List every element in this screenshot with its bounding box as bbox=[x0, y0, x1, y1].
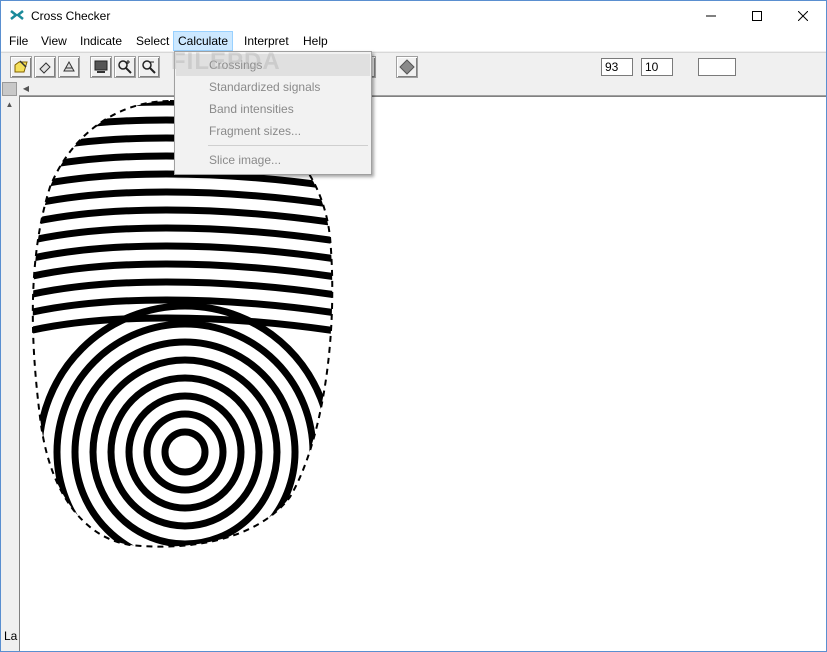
menu-separator bbox=[208, 145, 368, 146]
menu-item-crossings[interactable]: Crossings bbox=[176, 54, 370, 76]
fingerprint-image bbox=[31, 99, 334, 548]
menu-item-standardized-signals[interactable]: Standardized signals bbox=[176, 76, 370, 98]
value-field-1[interactable]: 93 bbox=[601, 58, 633, 76]
erase-button[interactable] bbox=[34, 56, 56, 78]
status-text: La bbox=[4, 629, 18, 643]
scroll-thumb[interactable] bbox=[2, 82, 17, 96]
flip-button[interactable] bbox=[58, 56, 80, 78]
close-icon bbox=[798, 11, 808, 21]
zoom-out-button[interactable] bbox=[138, 56, 160, 78]
menu-item-slice-image[interactable]: Slice image... bbox=[176, 149, 370, 171]
value-field-3[interactable] bbox=[698, 58, 736, 76]
zoom-in-icon bbox=[118, 60, 132, 74]
value-field-2[interactable]: 10 bbox=[641, 58, 673, 76]
work-area: ▲ ◀ La bbox=[1, 81, 826, 651]
flip-icon bbox=[63, 60, 75, 72]
title-bar: Cross Checker bbox=[1, 1, 826, 31]
marker-button[interactable] bbox=[396, 56, 418, 78]
menu-item-band-intensities[interactable]: Band intensities bbox=[176, 98, 370, 120]
horizontal-scrollbar[interactable]: ◀ bbox=[19, 81, 826, 96]
menu-help[interactable]: Help bbox=[299, 32, 332, 50]
maximize-button[interactable] bbox=[734, 1, 780, 31]
toolbar: 93 10 bbox=[1, 52, 826, 81]
menu-interpret[interactable]: Interpret bbox=[240, 32, 293, 50]
menu-indicate[interactable]: Indicate bbox=[76, 32, 126, 50]
monitor-icon bbox=[94, 60, 108, 73]
calculate-dropdown: Crossings Standardized signals Band inte… bbox=[174, 51, 372, 175]
minimize-button[interactable] bbox=[688, 1, 734, 31]
cross-checker-icon bbox=[9, 7, 25, 23]
diamond-icon bbox=[399, 59, 415, 75]
menu-view[interactable]: View bbox=[37, 32, 71, 50]
menu-calculate[interactable]: Calculate bbox=[173, 31, 234, 51]
app-window: Cross Checker File View Indicate Select … bbox=[0, 0, 827, 652]
open-button[interactable] bbox=[10, 56, 32, 78]
zoom-in-button[interactable] bbox=[114, 56, 136, 78]
display-button[interactable] bbox=[90, 56, 112, 78]
close-button[interactable] bbox=[780, 1, 826, 31]
eraser-icon bbox=[39, 62, 51, 74]
vertical-scrollbar[interactable]: ▲ bbox=[1, 81, 18, 651]
menu-item-fragment-sizes[interactable]: Fragment sizes... bbox=[176, 120, 370, 142]
window-title: Cross Checker bbox=[31, 9, 111, 23]
scroll-up-icon[interactable]: ▲ bbox=[2, 97, 17, 111]
image-canvas[interactable] bbox=[19, 96, 826, 651]
minimize-icon bbox=[706, 15, 716, 17]
zoom-out-icon bbox=[142, 60, 156, 74]
maximize-icon bbox=[752, 11, 762, 21]
scroll-left-icon[interactable]: ◀ bbox=[19, 81, 33, 95]
menu-select[interactable]: Select bbox=[132, 32, 173, 50]
menu-file[interactable]: File bbox=[5, 32, 32, 50]
menu-bar: File View Indicate Select Calculate Inte… bbox=[1, 31, 826, 51]
open-folder-icon bbox=[14, 60, 28, 73]
